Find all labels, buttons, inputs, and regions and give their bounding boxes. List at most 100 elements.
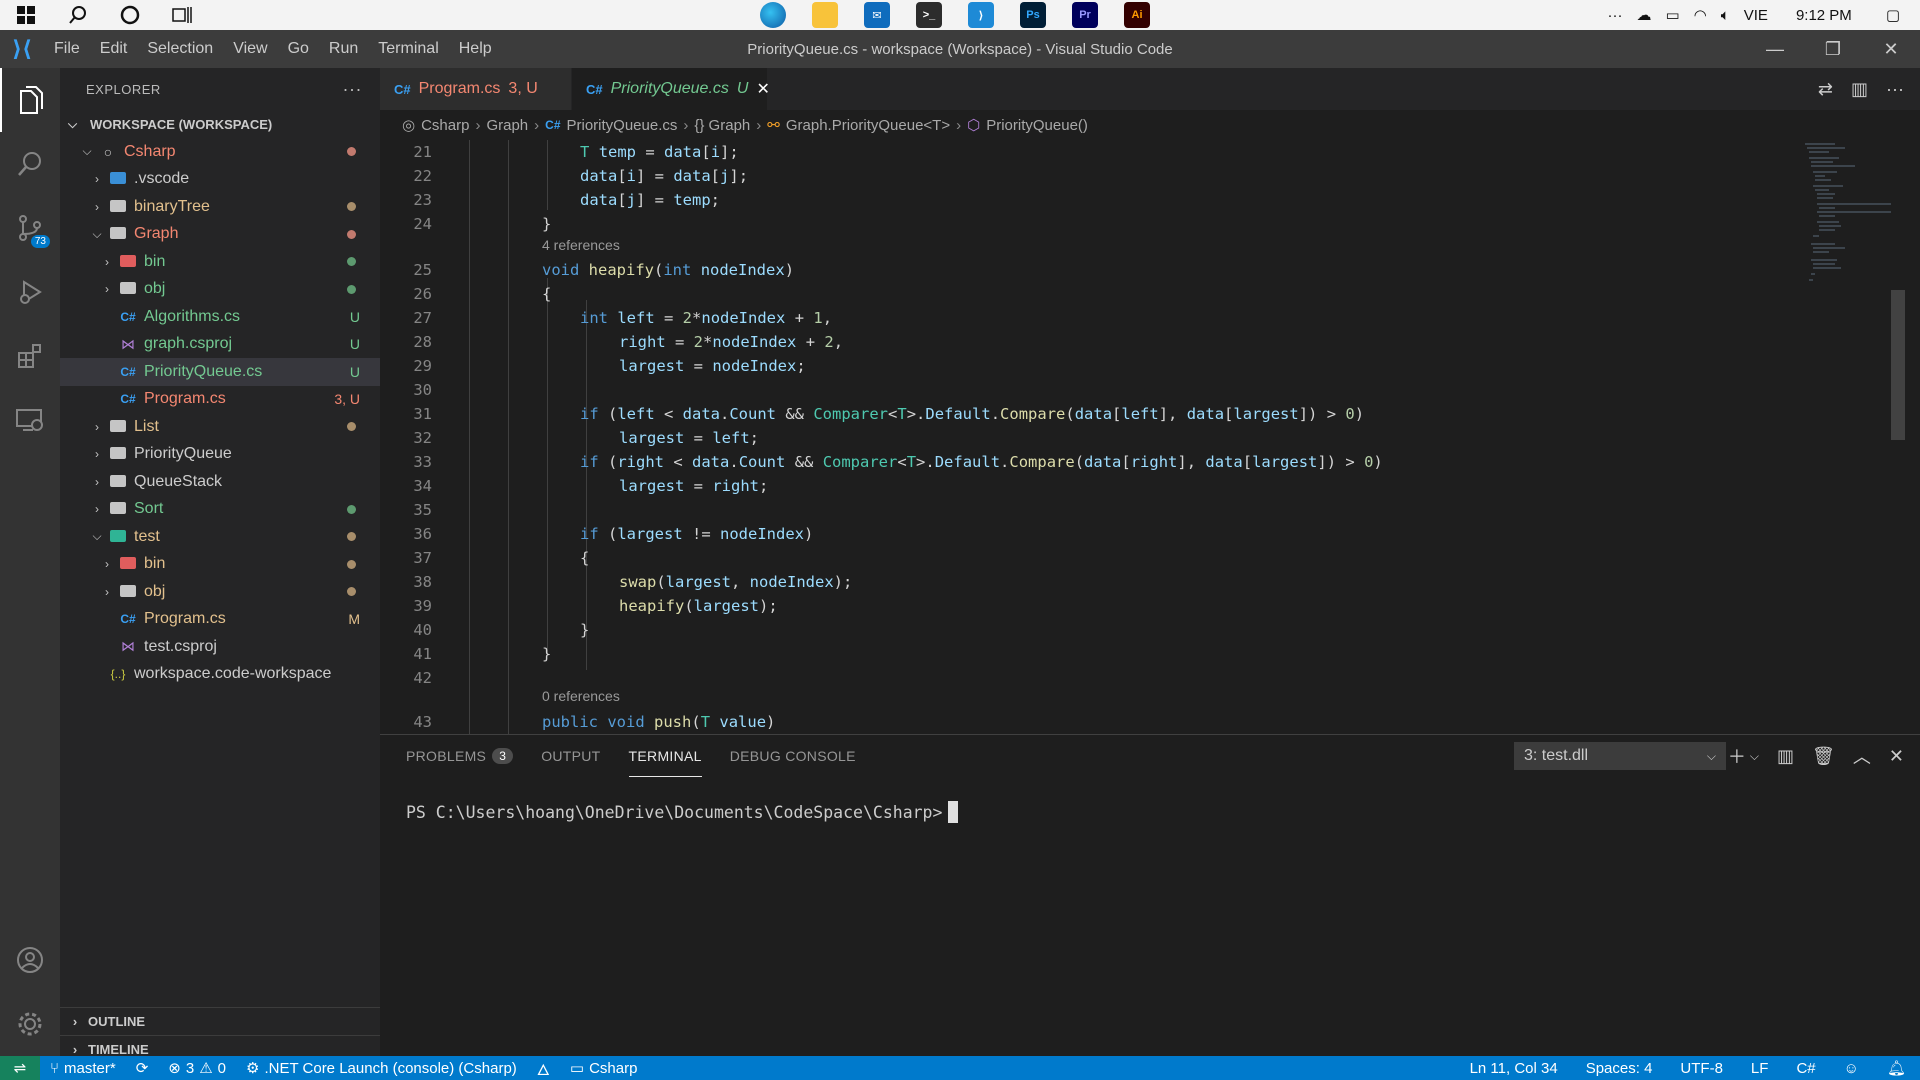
tab-debug-console[interactable]: DEBUG CONSOLE [730, 735, 856, 777]
search-sidebar-icon[interactable] [0, 132, 60, 196]
tree-item-priorityqueue[interactable]: › PriorityQueue [60, 441, 380, 469]
cortana-icon[interactable] [104, 0, 156, 30]
bell-icon[interactable]: 🔔︎ [1873, 1059, 1920, 1077]
wifi-icon[interactable]: ◠ [1694, 6, 1707, 24]
windows-start-icon[interactable] [0, 0, 52, 30]
encoding[interactable]: UTF-8 [1666, 1060, 1737, 1077]
notification-icon[interactable]: ▢ [1886, 6, 1900, 24]
breadcrumb-csharp[interactable]: Csharp [421, 117, 469, 134]
menu-help[interactable]: Help [449, 30, 502, 68]
launch-config[interactable]: ⚙ .NET Core Launch (console) (Csharp) [236, 1059, 527, 1078]
close-window-button[interactable]: ✕ [1862, 30, 1920, 68]
trash-icon[interactable]: 🗑︎ [1812, 746, 1835, 767]
tree-item-test-csproj[interactable]: ⋈ test.csproj [60, 633, 380, 661]
tree-item-graph-bin[interactable]: › bin [60, 248, 380, 276]
codelens-references[interactable]: 0 references [542, 688, 620, 704]
language-indicator[interactable]: VIE [1744, 7, 1768, 24]
code-editor[interactable]: 21 T temp = data[i]; 22 data[i] = data[j];… [380, 140, 1905, 734]
tab-terminal[interactable]: TERMINAL [628, 735, 702, 777]
terminal-icon[interactable]: >_ [916, 2, 942, 28]
maximize-panel-icon[interactable]: ︿ [1853, 743, 1871, 769]
mail-icon[interactable]: ✉ [864, 2, 890, 28]
clock[interactable]: 9:12 PM [1796, 7, 1852, 24]
tree-item-graph[interactable]: ⌵ Graph [60, 221, 380, 249]
tree-item-test-program-cs[interactable]: C# Program.cs M [60, 606, 380, 634]
tree-item-test-bin[interactable]: › bin [60, 551, 380, 579]
terminal-output[interactable]: PS C:\Users\hoang\OneDrive\Documents\Cod… [406, 801, 959, 823]
branch-indicator[interactable]: ⑂ master* [40, 1060, 126, 1077]
tree-item-program-cs[interactable]: C# Program.cs 3, U [60, 386, 380, 414]
premiere-icon[interactable]: Pr [1072, 2, 1098, 28]
split-terminal-icon[interactable]: ▥ [1777, 746, 1794, 767]
photoshop-icon[interactable]: Ps [1020, 2, 1046, 28]
feedback-icon[interactable]: ☺ [1830, 1060, 1873, 1077]
more-actions-icon[interactable]: ··· [343, 79, 362, 100]
explorer-icon[interactable] [0, 68, 60, 132]
menu-view[interactable]: View [223, 30, 277, 68]
indentation[interactable]: Spaces: 4 [1572, 1060, 1667, 1077]
tree-item-sort[interactable]: › Sort [60, 496, 380, 524]
breadcrumb-namespace[interactable]: {} Graph [694, 117, 750, 134]
tree-item-test[interactable]: ⌵ test [60, 523, 380, 551]
edge-icon[interactable] [760, 2, 786, 28]
remote-indicator-icon[interactable]: ⇌ [0, 1056, 40, 1080]
run-debug-icon[interactable] [0, 260, 60, 324]
tree-item-queuestack[interactable]: › QueueStack [60, 468, 380, 496]
codelens-references[interactable]: 4 references [542, 237, 620, 253]
menu-terminal[interactable]: Terminal [368, 30, 448, 68]
line-ending[interactable]: LF [1737, 1060, 1783, 1077]
tree-item-test-obj[interactable]: › obj [60, 578, 380, 606]
problems-indicator[interactable]: ⊗ 3 ⚠ 0 [158, 1059, 236, 1078]
source-control-icon[interactable]: 73 [0, 196, 60, 260]
tab-priorityqueue-cs[interactable]: C# PriorityQueue.cs U ✕ [572, 68, 770, 110]
workspace-header[interactable]: ⌵ WORKSPACE (WORKSPACE) [60, 110, 380, 138]
tree-item-graph-obj[interactable]: › obj [60, 276, 380, 304]
tree-item-csharp[interactable]: ⌵ ○ Csharp [60, 138, 380, 166]
vscode-icon[interactable]: ⟩ [968, 2, 994, 28]
tree-item-priorityqueue-cs[interactable]: C# PriorityQueue.cs U [60, 358, 380, 386]
tree-item-binarytree[interactable]: › binaryTree [60, 193, 380, 221]
remote-explorer-icon[interactable] [0, 388, 60, 452]
tree-item-graph-csproj[interactable]: ⋈ graph.csproj U [60, 331, 380, 359]
tree-item-workspace-file[interactable]: {..} workspace.code-workspace [60, 661, 380, 689]
tray-overflow-icon[interactable]: ··· [1607, 7, 1622, 24]
minimap[interactable] [1795, 140, 1905, 340]
battery-icon[interactable]: ▭ [1665, 6, 1679, 24]
editor-scrollbar[interactable] [1891, 140, 1905, 734]
minimize-button[interactable]: — [1746, 30, 1804, 68]
accounts-icon[interactable] [0, 928, 60, 992]
more-actions-icon[interactable]: ··· [1886, 79, 1904, 100]
illustrator-icon[interactable]: Ai [1124, 2, 1150, 28]
cursor-position[interactable]: Ln 11, Col 34 [1456, 1060, 1572, 1077]
search-icon[interactable] [52, 0, 104, 30]
breadcrumb-method[interactable]: PriorityQueue() [986, 117, 1088, 134]
restore-button[interactable]: ❐ [1804, 30, 1862, 68]
task-view-icon[interactable] [156, 0, 208, 30]
tree-item-list[interactable]: › List [60, 413, 380, 441]
tab-output[interactable]: OUTPUT [541, 735, 600, 777]
new-terminal-icon[interactable]: ＋ [1728, 743, 1746, 769]
sync-button[interactable]: ⟳ [126, 1059, 159, 1077]
tab-program-cs[interactable]: C# Program.cs 3, U [380, 68, 572, 110]
onedrive-icon[interactable]: ☁ [1636, 6, 1651, 24]
close-panel-icon[interactable]: ✕ [1889, 746, 1904, 767]
language-mode[interactable]: C# [1782, 1060, 1829, 1077]
gear-icon[interactable] [0, 992, 60, 1056]
file-explorer-icon[interactable] [812, 2, 838, 28]
menu-go[interactable]: Go [278, 30, 319, 68]
menu-file[interactable]: File [44, 30, 90, 68]
breadcrumb-graph[interactable]: Graph [486, 117, 528, 134]
chevron-down-icon[interactable]: ⌵ [1750, 749, 1759, 764]
terminal-select[interactable]: 3: test.dll ⌵ [1514, 742, 1726, 770]
extensions-icon[interactable] [0, 324, 60, 388]
project-indicator[interactable]: ▭ Csharp [560, 1059, 648, 1078]
breadcrumb-class[interactable]: Graph.PriorityQueue<T> [786, 117, 950, 134]
split-editor-icon[interactable]: ▥ [1851, 79, 1868, 100]
tree-item-vscode[interactable]: › .vscode [60, 166, 380, 194]
menu-run[interactable]: Run [319, 30, 368, 68]
compare-changes-icon[interactable]: ⇄ [1818, 79, 1833, 100]
menu-edit[interactable]: Edit [90, 30, 138, 68]
scroll-thumb[interactable] [1891, 290, 1905, 440]
omnisharp-indicator[interactable]: 🜂 [527, 1053, 560, 1080]
breadcrumb-file[interactable]: PriorityQueue.cs [567, 117, 678, 134]
